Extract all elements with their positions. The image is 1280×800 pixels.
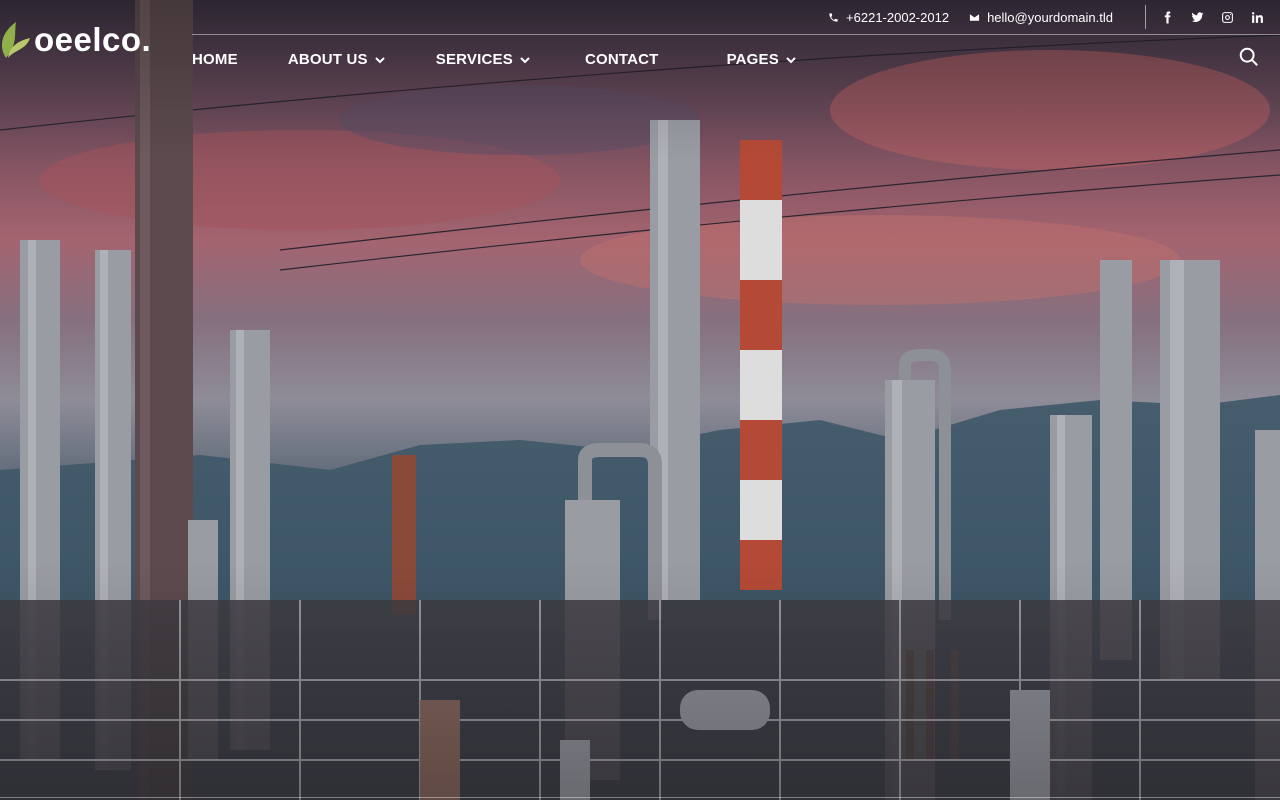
nav-home-label: HOME (192, 50, 238, 68)
facebook-link[interactable] (1160, 10, 1174, 24)
leaf-icon (1, 22, 30, 58)
email-address: hello@yourdomain.tld (987, 9, 1113, 25)
nav-pages-label: PAGES (726, 50, 779, 68)
nav-about-us-label: ABOUT US (287, 50, 368, 68)
phone-icon (829, 12, 838, 22)
top-bar: +6221-2002-2012 hello@yourdomain.tld (192, 0, 1280, 35)
hero-background (0, 0, 1280, 800)
divider (0, 797, 1280, 798)
nav-contact[interactable]: CONTACT (585, 51, 659, 68)
brand-name: oeelco. (34, 21, 152, 58)
chevron-down-icon (519, 53, 531, 65)
search-button[interactable] (1238, 46, 1260, 68)
mail-icon (969, 13, 980, 21)
nav-services[interactable]: SERVICES (436, 51, 531, 68)
linkedin-link[interactable] (1250, 10, 1264, 24)
instagram-icon (1221, 11, 1233, 23)
chevron-down-icon (374, 53, 386, 65)
hero-shade (0, 0, 1280, 800)
brand-logo[interactable]: oeelco. (0, 20, 151, 60)
chevron-down-icon (785, 53, 797, 65)
phone-number: +6221-2002-2012 (846, 9, 950, 25)
nav-about-us[interactable]: ABOUT US (288, 51, 386, 68)
facebook-icon (1164, 11, 1170, 23)
nav-contact-label: CONTACT (584, 50, 659, 68)
twitter-link[interactable] (1190, 10, 1204, 24)
phone-link[interactable]: +6221-2002-2012 (828, 10, 949, 25)
divider (1145, 5, 1146, 29)
linkedin-icon (1251, 11, 1263, 23)
nav-home[interactable]: HOME (192, 51, 238, 68)
twitter-icon (1191, 11, 1203, 22)
email-link[interactable]: hello@yourdomain.tld (969, 10, 1113, 25)
search-icon (1239, 47, 1258, 66)
social-links (1160, 10, 1264, 24)
nav-services-label: SERVICES (435, 50, 513, 68)
nav-pages[interactable]: PAGES (727, 51, 797, 68)
main-nav: HOME ABOUT US SERVICES CONTACT PAGES (192, 44, 797, 74)
instagram-link[interactable] (1220, 10, 1234, 24)
